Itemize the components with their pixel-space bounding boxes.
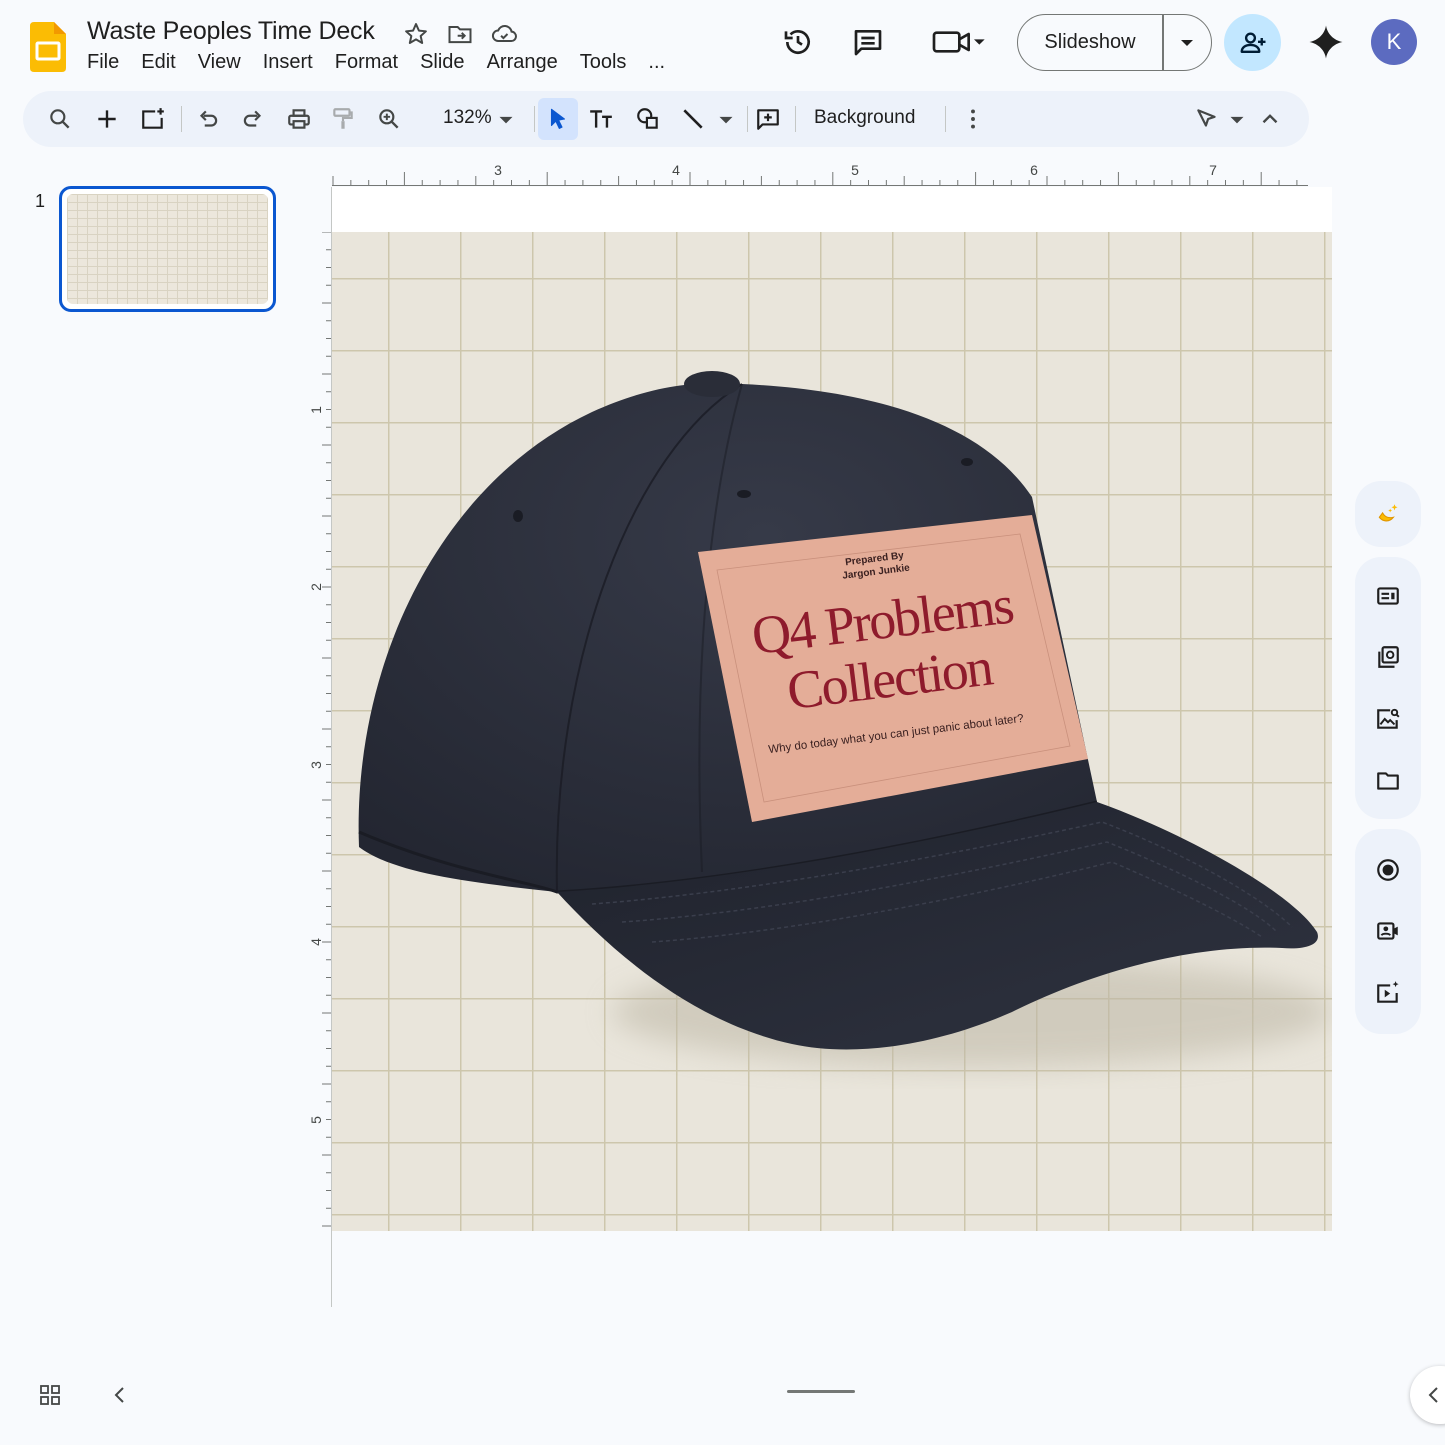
grid-view-icon[interactable] bbox=[38, 1383, 62, 1407]
undo-icon[interactable] bbox=[190, 101, 226, 137]
add-comment-icon[interactable] bbox=[750, 101, 786, 137]
toolbar-divider bbox=[795, 106, 796, 132]
menu-arrange[interactable]: Arrange bbox=[476, 51, 569, 74]
slideshow-dropdown-icon[interactable] bbox=[1164, 39, 1212, 47]
toolbar-divider bbox=[181, 106, 182, 132]
menu-slide[interactable]: Slide bbox=[409, 51, 475, 74]
slideshow-button[interactable]: Slideshow bbox=[1017, 14, 1212, 71]
toolbar-divider bbox=[747, 106, 748, 132]
meet-camera-icon[interactable] bbox=[928, 24, 988, 60]
ruler-label-v4: 4 bbox=[308, 938, 324, 946]
canvas-margin bbox=[332, 187, 1332, 232]
image-search-icon[interactable] bbox=[1370, 701, 1406, 737]
ruler-label-v2: 2 bbox=[308, 583, 324, 591]
background-button[interactable]: Background bbox=[814, 107, 915, 129]
shape-icon[interactable] bbox=[630, 101, 666, 137]
ruler-label-4: 4 bbox=[672, 162, 680, 178]
menu-insert[interactable]: Insert bbox=[252, 51, 324, 74]
slide-number: 1 bbox=[35, 191, 46, 211]
line-icon[interactable] bbox=[675, 101, 711, 137]
text-box-icon[interactable] bbox=[583, 101, 619, 137]
user-avatar[interactable]: K bbox=[1371, 19, 1417, 65]
zoom-dropdown-icon[interactable] bbox=[488, 101, 524, 137]
paint-format-icon[interactable] bbox=[325, 101, 361, 137]
toolbar: 132% Background bbox=[23, 91, 1309, 147]
record-icon[interactable] bbox=[1370, 852, 1406, 888]
collapse-filmstrip-icon[interactable] bbox=[108, 1383, 132, 1407]
banana-sparkle-icon[interactable] bbox=[1370, 496, 1406, 532]
video-sparkle-icon[interactable] bbox=[1370, 975, 1406, 1011]
select-cursor-icon[interactable] bbox=[538, 98, 578, 140]
more-options-icon[interactable] bbox=[955, 101, 991, 137]
zoom-level[interactable]: 132% bbox=[443, 107, 492, 129]
slideshow-label[interactable]: Slideshow bbox=[1018, 31, 1162, 54]
menu-edit[interactable]: Edit bbox=[130, 51, 186, 74]
menu-view[interactable]: View bbox=[187, 51, 252, 74]
menu-file[interactable]: File bbox=[87, 51, 130, 74]
slide-thumbnail-preview bbox=[67, 194, 268, 304]
comments-icon[interactable] bbox=[850, 24, 886, 60]
menu-tools[interactable]: Tools bbox=[569, 51, 638, 74]
add-person-icon bbox=[1240, 31, 1265, 53]
new-slide-icon[interactable] bbox=[89, 101, 125, 137]
menu-bar: File Edit View Insert Format Slide Arran… bbox=[87, 51, 676, 74]
toolbar-divider bbox=[945, 106, 946, 132]
slide-canvas[interactable]: Prepared By Jargon Junkie Q4 Problems Co… bbox=[332, 232, 1332, 1231]
chevron-left-icon bbox=[1428, 1387, 1438, 1403]
document-title[interactable]: Waste Peoples Time Deck bbox=[87, 17, 375, 46]
slides-logo-icon[interactable] bbox=[30, 22, 66, 72]
star-icon[interactable] bbox=[402, 20, 430, 48]
line-dropdown-icon[interactable] bbox=[708, 101, 744, 137]
horizontal-ruler[interactable]: 3 4 5 6 7 bbox=[332, 162, 1308, 187]
collapse-toolbar-icon[interactable] bbox=[1252, 101, 1288, 137]
search-menus-icon[interactable] bbox=[42, 101, 78, 137]
ruler-label-5: 5 bbox=[851, 162, 859, 178]
label-title: Q4 Problems Collection bbox=[700, 570, 1072, 732]
copy-slide-icon[interactable] bbox=[1370, 639, 1406, 675]
redo-icon[interactable] bbox=[235, 101, 271, 137]
print-icon[interactable] bbox=[281, 101, 317, 137]
ruler-label-v1: 1 bbox=[308, 406, 324, 414]
speaker-notes-drag-handle[interactable] bbox=[787, 1390, 855, 1393]
cap-label: Prepared By Jargon Junkie Q4 Problems Co… bbox=[692, 510, 1081, 812]
gemini-sparkle-icon[interactable] bbox=[1308, 24, 1344, 60]
move-folder-icon[interactable] bbox=[446, 20, 474, 48]
ruler-label-7: 7 bbox=[1209, 162, 1217, 178]
slide-thumbnail[interactable] bbox=[59, 186, 276, 312]
ruler-label-6: 6 bbox=[1030, 162, 1038, 178]
text-box-panel-icon[interactable] bbox=[1370, 578, 1406, 614]
ruler-label-3: 3 bbox=[494, 162, 502, 178]
toolbar-divider bbox=[534, 106, 535, 132]
folder-icon[interactable] bbox=[1370, 763, 1406, 799]
vertical-ruler[interactable]: 1 2 3 4 5 bbox=[308, 232, 333, 1232]
ruler-label-v3: 3 bbox=[308, 761, 324, 769]
new-slide-layout-icon[interactable] bbox=[135, 101, 171, 137]
version-history-icon[interactable] bbox=[780, 24, 816, 60]
editing-mode-dropdown-icon[interactable] bbox=[1219, 101, 1255, 137]
zoom-icon[interactable] bbox=[371, 101, 407, 137]
expand-side-panel-button[interactable] bbox=[1410, 1366, 1445, 1424]
ruler-label-v5: 5 bbox=[308, 1116, 324, 1124]
menu-format[interactable]: Format bbox=[324, 51, 409, 74]
menu-more[interactable]: ... bbox=[637, 51, 676, 74]
cloud-saved-icon[interactable] bbox=[490, 20, 518, 48]
share-button[interactable] bbox=[1224, 14, 1281, 71]
camera-icon[interactable] bbox=[1370, 913, 1406, 949]
